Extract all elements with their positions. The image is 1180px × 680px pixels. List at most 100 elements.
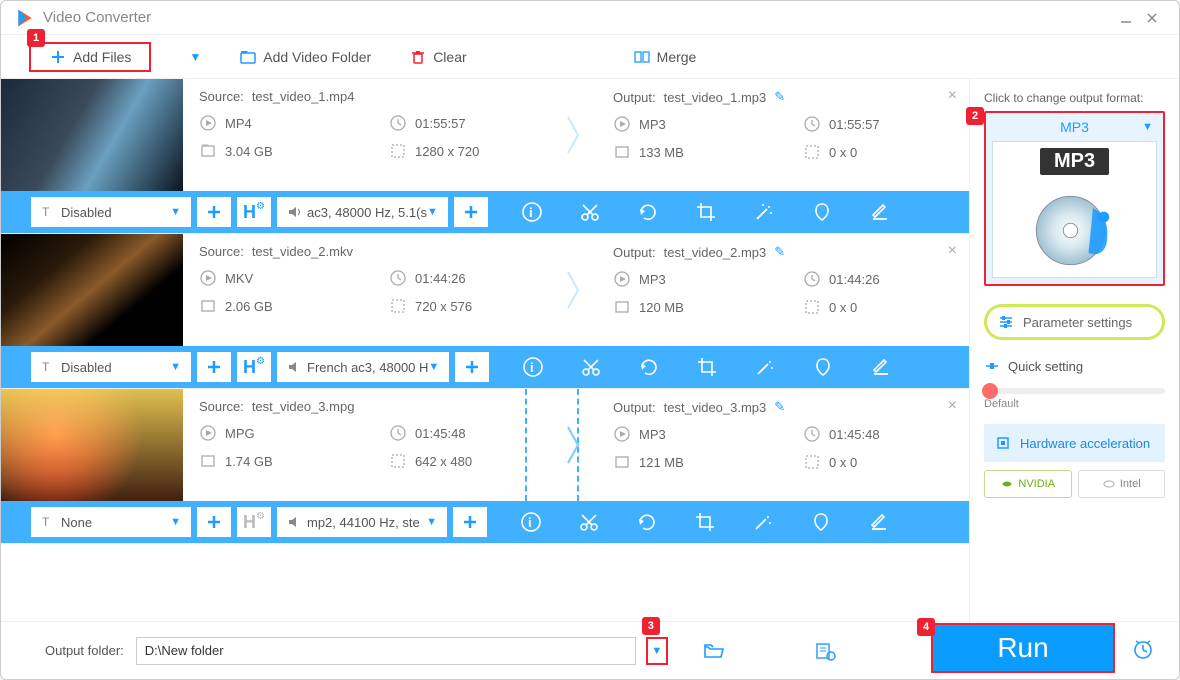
- subtitle-value: Disabled: [61, 360, 112, 375]
- rename-icon[interactable]: ✎: [774, 399, 785, 415]
- sliders-icon: [997, 313, 1015, 331]
- crop-tool[interactable]: [691, 508, 719, 536]
- clear-button[interactable]: Clear: [409, 48, 466, 66]
- file-row: Source: test_video_2.mkv MKV 01:44:26 2.…: [1, 234, 969, 389]
- source-size: 3.04 GB: [225, 144, 273, 159]
- video-thumbnail[interactable]: [1, 79, 183, 191]
- subtitle-dropdown[interactable]: TDisabled▼: [31, 197, 191, 227]
- source-resolution: 642 x 480: [415, 454, 472, 469]
- quality-slider[interactable]: [984, 388, 1165, 394]
- source-format: MPG: [225, 426, 255, 441]
- edit-tool[interactable]: [866, 198, 894, 226]
- subtitle-settings-button[interactable]: H⚙: [237, 507, 271, 537]
- rotate-tool[interactable]: [634, 198, 662, 226]
- scheduler-button[interactable]: [1127, 633, 1159, 665]
- task-list-button[interactable]: [810, 636, 840, 666]
- convert-arrow-icon: [555, 389, 597, 501]
- run-button[interactable]: Run: [931, 623, 1115, 673]
- minimize-button[interactable]: [1113, 5, 1139, 31]
- output-filename: test_video_1.mp3: [664, 90, 767, 105]
- video-thumbnail[interactable]: [1, 234, 183, 346]
- info-tool[interactable]: i: [518, 198, 546, 226]
- add-subtitle-button[interactable]: [197, 197, 231, 227]
- merge-button[interactable]: Merge: [633, 48, 697, 66]
- size-icon: [613, 143, 631, 161]
- info-tool[interactable]: i: [517, 508, 545, 536]
- slider-thumb[interactable]: [982, 383, 998, 399]
- audio-value: ac3, 48000 Hz, 5.1(s: [307, 205, 427, 220]
- rename-icon[interactable]: ✎: [774, 244, 785, 260]
- remove-row-button[interactable]: ×: [948, 242, 957, 260]
- add-folder-button[interactable]: Add Video Folder: [239, 48, 371, 66]
- remove-row-button[interactable]: ×: [948, 87, 957, 105]
- nvidia-label: NVIDIA: [1018, 478, 1055, 490]
- add-audio-button[interactable]: [453, 507, 487, 537]
- add-audio-button[interactable]: [455, 352, 489, 382]
- parameter-settings-label: Parameter settings: [1023, 315, 1132, 330]
- cut-tool[interactable]: [577, 353, 605, 381]
- parameter-settings-button[interactable]: Parameter settings: [984, 304, 1165, 340]
- subtitle-settings-button[interactable]: H⚙: [237, 197, 271, 227]
- svg-text:T: T: [42, 360, 50, 374]
- output-size: 120 MB: [639, 300, 684, 315]
- open-folder-button[interactable]: [698, 636, 728, 666]
- audio-dropdown[interactable]: ac3, 48000 Hz, 5.1(s▼: [277, 197, 448, 227]
- format-icon: [613, 115, 631, 133]
- clock-icon: [803, 270, 821, 288]
- add-subtitle-button[interactable]: [197, 352, 231, 382]
- effects-tool[interactable]: [750, 198, 778, 226]
- edit-tool[interactable]: [865, 508, 893, 536]
- subtitle-value: None: [61, 515, 92, 530]
- add-files-dropdown-icon[interactable]: ▼: [189, 50, 201, 64]
- source-format: MKV: [225, 271, 253, 286]
- crop-tool[interactable]: [693, 353, 721, 381]
- effects-tool[interactable]: [751, 353, 779, 381]
- audio-dropdown[interactable]: French ac3, 48000 H▼: [277, 352, 449, 382]
- side-panel: Click to change output format: 2 MP3▼ MP…: [969, 79, 1179, 621]
- watermark-tool[interactable]: [808, 198, 836, 226]
- video-thumbnail[interactable]: [1, 389, 183, 501]
- source-duration: 01:44:26: [415, 271, 466, 286]
- row-actionbar: TNone▼ H⚙ mp2, 44100 Hz, ste▼ i: [1, 501, 969, 543]
- info-tool[interactable]: i: [519, 353, 547, 381]
- remove-row-button[interactable]: ×: [948, 397, 957, 415]
- quick-setting-button[interactable]: Quick setting: [984, 358, 1165, 374]
- subtitle-dropdown[interactable]: TDisabled▼: [31, 352, 191, 382]
- crop-tool[interactable]: [692, 198, 720, 226]
- close-button[interactable]: [1139, 5, 1165, 31]
- effects-tool[interactable]: [749, 508, 777, 536]
- chevron-down-icon: ▼: [1142, 121, 1153, 133]
- intel-button[interactable]: Intel: [1078, 470, 1166, 498]
- add-audio-button[interactable]: [454, 197, 488, 227]
- output-size: 121 MB: [639, 455, 684, 470]
- cut-tool[interactable]: [575, 508, 603, 536]
- bottom-bar: Output folder: D:\New folder 3 ▼ 4 Run: [1, 621, 1179, 679]
- source-filename: test_video_2.mkv: [252, 244, 353, 259]
- add-files-button[interactable]: Add Files: [29, 42, 151, 72]
- output-resolution: 0 x 0: [829, 455, 857, 470]
- nvidia-button[interactable]: NVIDIA: [984, 470, 1072, 498]
- size-icon: [613, 298, 631, 316]
- output-format-button[interactable]: MP3▼ MP3: [984, 111, 1165, 286]
- subtitle-dropdown[interactable]: TNone▼: [31, 507, 191, 537]
- rotate-tool[interactable]: [633, 508, 661, 536]
- output-folder-input[interactable]: D:\New folder: [136, 637, 636, 665]
- output-folder-dropdown[interactable]: ▼: [646, 637, 668, 665]
- output-format: MP3: [639, 427, 666, 442]
- output-format-name: MP3: [1060, 119, 1089, 135]
- source-prefix: Source:: [199, 399, 244, 414]
- hardware-acceleration-button[interactable]: Hardware acceleration: [984, 424, 1165, 462]
- watermark-tool[interactable]: [807, 508, 835, 536]
- resolution-icon: [803, 453, 821, 471]
- audio-dropdown[interactable]: mp2, 44100 Hz, ste▼: [277, 507, 447, 537]
- output-format: MP3: [639, 272, 666, 287]
- output-duration: 01:45:48: [829, 427, 880, 442]
- edit-tool[interactable]: [867, 353, 895, 381]
- folder-icon: [239, 48, 257, 66]
- rotate-tool[interactable]: [635, 353, 663, 381]
- add-subtitle-button[interactable]: [197, 507, 231, 537]
- rename-icon[interactable]: ✎: [774, 89, 785, 105]
- subtitle-settings-button[interactable]: H⚙: [237, 352, 271, 382]
- cut-tool[interactable]: [576, 198, 604, 226]
- watermark-tool[interactable]: [809, 353, 837, 381]
